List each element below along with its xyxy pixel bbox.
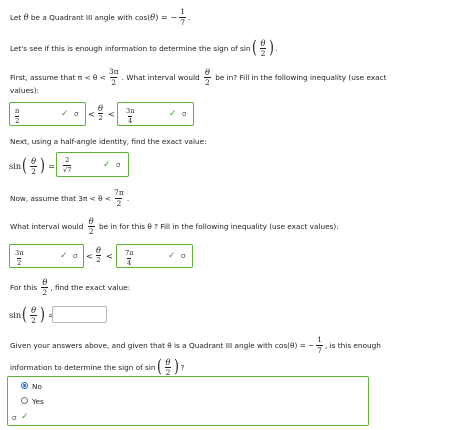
theta-half-fraction: θ2 — [96, 245, 101, 265]
check-icon: ✓ — [103, 160, 111, 170]
upper-bound-input[interactable]: 3π 4 ✓ σ — [117, 102, 194, 126]
upper-bound-value: 3π 4 — [126, 107, 135, 125]
upper-bound-input-2[interactable]: 7π 4 ✓ σ — [116, 244, 193, 268]
upper-bound-fraction: 3π 2 — [108, 66, 119, 87]
option-label-yes: Yes — [32, 397, 44, 406]
key-icon[interactable]: σ — [73, 252, 77, 260]
cos-fraction: 17 — [179, 6, 187, 27]
part2-expression: sin ( θ2 ) = — [9, 155, 55, 176]
check-icon: ✓ — [169, 109, 177, 119]
upper-bound-fraction: 7π 2 — [113, 187, 124, 208]
theta-half-fraction: θ2 — [98, 103, 103, 123]
key-icon[interactable]: σ — [182, 110, 186, 118]
part2-instruction: Next, using a half-angle identity, find … — [10, 137, 207, 146]
check-icon: ✓ — [21, 412, 29, 422]
check-icon: ✓ — [61, 109, 69, 119]
part3-line: Now, assume that 3π < θ < 7π 2 . — [10, 187, 130, 208]
key-icon[interactable]: σ — [181, 252, 185, 260]
question-line: Let's see if this is enough information … — [10, 37, 278, 58]
key-icon[interactable]: σ — [12, 414, 16, 422]
lower-bound-value-2: 3π 2 — [15, 249, 24, 267]
part5-expression: sin ( θ2 ) = — [9, 304, 55, 325]
radio-no[interactable] — [21, 382, 28, 389]
part1-line-1: First, assume that π < θ < 3π 2 . What in… — [10, 66, 387, 87]
half-angle-fraction: θ2 — [259, 37, 267, 58]
part1-line-2: values): — [10, 86, 40, 95]
sin-half-angle-input-2[interactable] — [52, 306, 107, 323]
sin-half-angle-value: 2 √7 — [63, 156, 72, 174]
answer-options-panel: No Yes σ ✓ — [7, 376, 369, 426]
lower-bound-value: π2 — [15, 107, 20, 125]
intro-text-3: ) = − — [155, 12, 178, 22]
question-text: Let's see if this is enough information … — [10, 43, 251, 53]
lower-bound-input-2[interactable]: 3π 2 ✓ σ — [9, 244, 84, 268]
lower-bound-input[interactable]: π2 ✓ σ — [9, 102, 86, 126]
intro-line: Let θ be a Quadrant III angle with cos( … — [10, 6, 191, 27]
check-icon: ✓ — [60, 251, 68, 261]
part5-line: For this θ2 , find the exact value: — [10, 276, 131, 297]
intro-text-1: Let — [10, 12, 22, 22]
theta-symbol: θ — [23, 12, 29, 22]
part6-line-1: Given your answers above, and given that… — [10, 334, 381, 355]
key-icon[interactable]: σ — [74, 110, 78, 118]
key-icon[interactable]: σ — [116, 161, 120, 169]
half-theta-fraction: θ2 — [204, 66, 211, 87]
check-icon: ✓ — [168, 251, 176, 261]
part4-line: What interval would θ2 be in for this θ … — [10, 215, 339, 236]
option-label-no: No — [32, 382, 42, 391]
sin-half-angle-input[interactable]: 2 √7 ✓ σ — [56, 152, 129, 177]
radio-yes[interactable] — [21, 397, 28, 404]
upper-bound-value-2: 7π 4 — [125, 249, 134, 267]
intro-text-2: be a Quadrant III angle with cos( — [30, 12, 151, 22]
